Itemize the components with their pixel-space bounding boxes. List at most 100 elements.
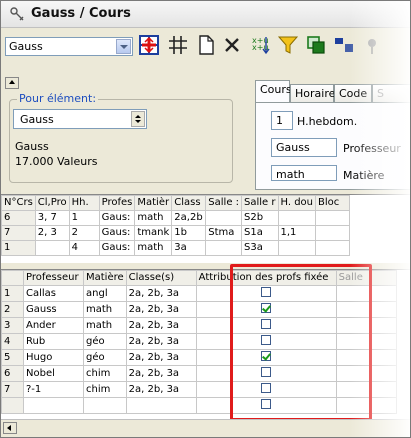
table-cell[interactable]: 4 — [68, 240, 100, 256]
table-cell[interactable] — [205, 240, 243, 256]
table-cell[interactable]: tmank — [134, 225, 173, 241]
salle-cell[interactable] — [335, 381, 397, 398]
column-header[interactable]: Professeur — [23, 270, 84, 286]
table-cell[interactable] — [34, 240, 70, 256]
tab-code[interactable]: Code — [334, 84, 372, 102]
matiere-cell[interactable]: math — [83, 317, 127, 334]
tab-horaire[interactable]: Horaire — [290, 84, 335, 102]
professeur-cell[interactable]: Gauss — [23, 301, 84, 318]
delete-icon[interactable] — [221, 34, 243, 56]
chevron-down-icon[interactable] — [116, 39, 131, 54]
column-header[interactable]: Salle r — [241, 195, 279, 211]
table-cell[interactable] — [205, 210, 243, 226]
table-cell[interactable] — [277, 210, 317, 226]
fixed-checkbox[interactable] — [261, 319, 272, 329]
salle-cell[interactable] — [335, 301, 397, 318]
fixed-checkbox[interactable] — [261, 303, 272, 313]
fixed-cell[interactable] — [195, 349, 337, 366]
table-cell[interactable]: math — [134, 240, 173, 256]
horizontal-scrollbar[interactable] — [1, 419, 410, 436]
professeur-cell[interactable]: Hugo — [23, 349, 84, 366]
layout-icon[interactable] — [333, 34, 355, 56]
row-number[interactable]: 7 — [1, 225, 36, 241]
professeur-cell[interactable]: ?-1 — [23, 381, 84, 398]
fixed-cell[interactable] — [195, 381, 337, 398]
column-header[interactable]: Profes — [98, 195, 136, 211]
table-cell[interactable]: Gaus: — [98, 240, 136, 256]
fixed-cell[interactable] — [195, 301, 337, 318]
column-header[interactable]: Bloc — [315, 195, 351, 211]
table-row[interactable]: 7 ?-1 chim 2a, 2b, 3a — [1, 381, 397, 398]
element-field[interactable]: Gauss — [13, 109, 147, 129]
hebdo-field[interactable]: 1 — [271, 111, 293, 130]
column-header[interactable]: Salle : — [205, 195, 243, 211]
table-cell[interactable]: Stma — [205, 225, 243, 241]
table-cell[interactable]: 1,1 — [277, 225, 317, 241]
table-cell[interactable] — [315, 225, 351, 241]
table-row[interactable]: 1 Callas angl 2a, 2b, 3a — [1, 285, 397, 302]
column-header[interactable]: Matièr — [134, 195, 173, 211]
classes-cell[interactable]: 2a, 2b, 3a — [125, 381, 197, 398]
professeur-cell[interactable] — [23, 397, 84, 414]
fixed-cell[interactable] — [195, 397, 337, 414]
matiere-cell[interactable]: chim — [83, 381, 127, 398]
table-cell[interactable]: 1 — [68, 210, 100, 226]
grid-icon[interactable] — [138, 34, 160, 56]
table-cell[interactable]: 1b — [171, 225, 207, 241]
salle-cell[interactable] — [335, 317, 397, 334]
copy-icon[interactable] — [305, 34, 327, 56]
matiere-field[interactable]: math — [271, 165, 337, 181]
table-row[interactable]: 7 2, 3 2 Gaus: tmank 1b Stma S1a 1,1 — [1, 225, 351, 241]
hash-icon[interactable] — [167, 34, 189, 56]
table-row[interactable]: 4 Rub géo 2a, 2b, 3a — [1, 333, 397, 350]
matiere-cell[interactable]: géo — [83, 333, 127, 350]
tab-cours[interactable]: Cours — [255, 80, 292, 103]
column-header[interactable]: Hh. — [68, 195, 100, 211]
collapse-button[interactable] — [5, 77, 19, 89]
classes-cell[interactable] — [125, 397, 197, 414]
column-header[interactable]: Class — [171, 195, 207, 211]
fixed-checkbox[interactable] — [261, 399, 272, 409]
fixed-cell[interactable] — [195, 365, 337, 382]
classes-cell[interactable]: 2a, 2b, 3a — [125, 285, 197, 302]
table-cell[interactable]: S1a — [241, 225, 279, 241]
column-header[interactable]: Attribution des profs fixée — [195, 270, 337, 286]
salle-cell[interactable] — [335, 397, 397, 414]
professeur-cell[interactable]: Nobel — [23, 365, 84, 382]
salle-cell[interactable] — [335, 333, 397, 350]
table-cell[interactable]: 3a — [171, 240, 207, 256]
fixed-cell[interactable] — [195, 285, 337, 302]
fixed-checkbox[interactable] — [261, 383, 272, 393]
column-header[interactable]: H. dou — [277, 195, 317, 211]
fixed-cell[interactable] — [195, 317, 337, 334]
new-document-icon[interactable] — [195, 34, 217, 56]
column-header[interactable]: Cl,Pro — [34, 195, 70, 211]
table-row[interactable] — [1, 397, 397, 414]
classes-cell[interactable]: 2a, 2b, 3a — [125, 301, 197, 318]
table-cell[interactable]: S2b — [241, 210, 279, 226]
filter-icon[interactable] — [277, 34, 299, 56]
matiere-cell[interactable]: angl — [83, 285, 127, 302]
table-cell[interactable]: 3, 7 — [34, 210, 70, 226]
table-cell[interactable]: Gaus: — [98, 225, 136, 241]
classes-cell[interactable]: 2a, 2b, 3a — [125, 349, 197, 366]
fixed-checkbox[interactable] — [261, 351, 272, 361]
row-number[interactable]: 1 — [1, 240, 36, 256]
sort-icon[interactable]: x+u x+u — [249, 34, 271, 56]
table-row[interactable]: 6 Nobel chim 2a, 2b, 3a — [1, 365, 397, 382]
matiere-cell[interactable]: géo — [83, 349, 127, 366]
salle-cell[interactable] — [335, 349, 397, 366]
table-cell[interactable]: 2 — [68, 225, 100, 241]
table-cell[interactable] — [315, 240, 351, 256]
table-row[interactable]: 1 4 Gaus: math 3a S3a — [1, 240, 351, 256]
table-cell[interactable]: 2a,2b — [171, 210, 207, 226]
tab-more[interactable]: S — [372, 84, 410, 102]
table-row[interactable]: 3 Ander math 2a, 2b, 3a — [1, 317, 397, 334]
matiere-cell[interactable]: math — [83, 301, 127, 318]
classes-cell[interactable]: 2a, 2b, 3a — [125, 333, 197, 350]
element-combobox[interactable]: Gauss — [5, 37, 133, 56]
professeur-cell[interactable]: Callas — [23, 285, 84, 302]
table-cell[interactable] — [315, 210, 351, 226]
column-header[interactable]: Classe(s) — [125, 270, 197, 286]
table-row[interactable]: 2 Gauss math 2a, 2b, 3a — [1, 301, 397, 318]
